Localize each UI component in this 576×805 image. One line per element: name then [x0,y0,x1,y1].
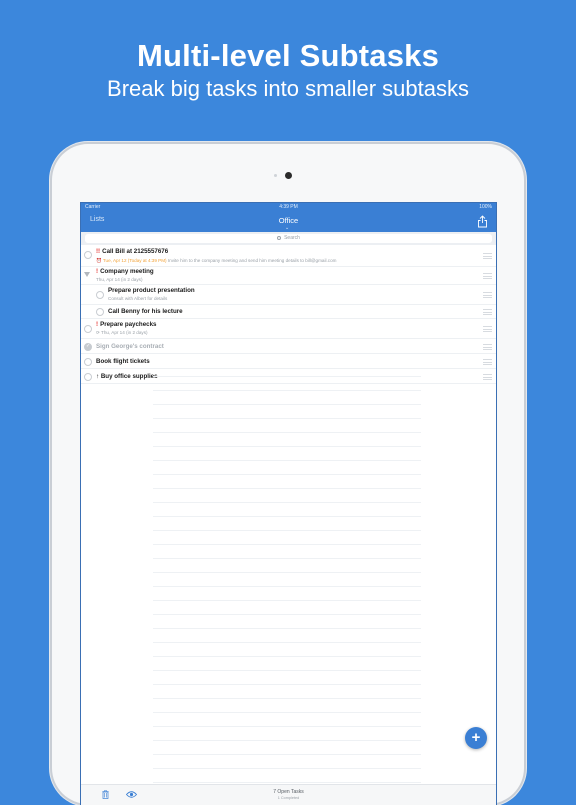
drag-handle[interactable] [483,309,492,315]
search-input[interactable]: Search [85,234,492,243]
navigation-bar: Lists Office ⌄ [81,212,496,232]
drag-handle[interactable] [483,273,492,279]
task-row[interactable]: ! Prepare paychecks ⟳ Thu, Apr 14 (in 2 d… [81,319,496,339]
search-bar: Search [81,232,496,245]
sensor-dot [274,174,277,177]
chevron-down-icon[interactable]: ⌄ [285,225,289,231]
drag-handle[interactable] [483,326,492,332]
task-due-date: Thu, Apr 14 (in 2 days) [96,277,143,282]
task-row[interactable]: ! Company meeting Thu, Apr 14 (in 2 days) [81,267,496,285]
task-checkbox[interactable] [96,291,104,299]
task-title: ↑ Buy office supplies [96,373,158,380]
share-icon[interactable] [477,215,488,228]
search-icon [277,236,282,240]
task-checkbox[interactable] [84,358,92,366]
battery-level: 100% [479,204,492,210]
low-priority-arrow-icon: ↑ [96,373,100,380]
drag-handle[interactable] [483,374,492,380]
task-note: Consult with Albert for details [108,296,168,301]
camera-icon [285,172,292,179]
collapse-triangle-icon[interactable] [84,272,90,277]
app-screen: Carrier 4:39 PM 100% Lists Office ⌄ Sear… [80,202,497,805]
task-title: Sign George's contract [96,343,164,350]
subtask-row[interactable]: Prepare product presentation Consult wit… [81,285,496,305]
status-time: 4:39 PM [279,204,298,210]
task-title: ! Prepare paychecks [96,321,157,328]
alarm-icon: ⏰ [96,258,103,263]
subtask-row[interactable]: Call Benny for his lecture [81,305,496,319]
promo-headline: Multi-level Subtasks [136,38,440,73]
task-checkbox[interactable] [84,373,92,381]
task-title: Prepare product presentation [108,287,195,294]
task-checkbox[interactable] [96,308,104,316]
task-checkbox[interactable] [84,251,92,259]
promo-subheadline: Break big tasks into smaller subtasks [107,76,469,101]
task-details: ⏰ Tue, Apr 12 (Today at 4:39 PM) Invite … [96,258,337,263]
task-title: !! Call Bill at 2125557676 [96,248,169,255]
status-bar: Carrier 4:39 PM 100% [81,203,496,212]
search-placeholder: Search [284,235,300,241]
completed-checkbox[interactable] [84,343,92,351]
task-title: ! Company meeting [96,268,154,275]
drag-handle[interactable] [483,253,492,259]
task-title: Call Benny for his lecture [108,308,183,315]
task-checkbox[interactable] [84,325,92,333]
task-row[interactable]: !! Call Bill at 2125557676 ⏰ Tue, Apr 12 … [81,245,496,267]
tablet-frame: Carrier 4:39 PM 100% Lists Office ⌄ Sear… [52,144,524,805]
empty-list-lines [153,363,421,783]
open-tasks-count: 7 Open Tasks [273,789,304,795]
bottom-toolbar: 7 Open Tasks 1 Completed [81,784,496,805]
completed-count: 1 Completed [277,796,300,800]
task-row-completed[interactable]: Sign George's contract [81,339,496,354]
task-title: Book flight tickets [96,358,150,365]
drag-handle[interactable] [483,359,492,365]
task-counts: 7 Open Tasks 1 Completed [81,789,496,800]
drag-handle[interactable] [483,344,492,350]
drag-handle[interactable] [483,292,492,298]
task-due-date: ⟳ Thu, Apr 14 (in 2 days) [96,330,148,335]
list-title[interactable]: Office [81,216,496,225]
add-task-button[interactable]: + [465,727,487,749]
